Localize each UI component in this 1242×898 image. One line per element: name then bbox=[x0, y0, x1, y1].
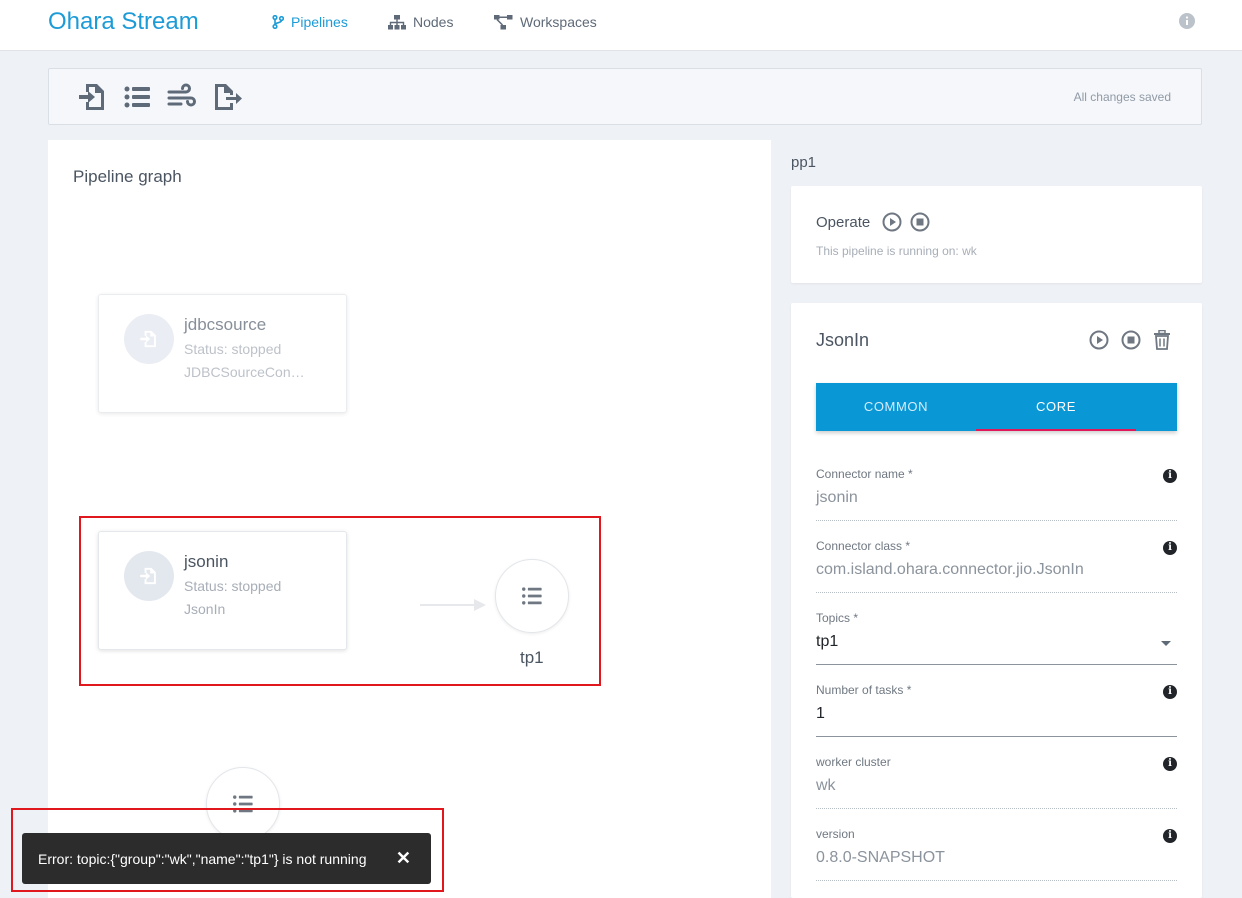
wind-icon[interactable] bbox=[166, 81, 198, 113]
field-value: 1 bbox=[816, 705, 825, 722]
snackbar-message: Error: topic:{"group":"wk","name":"tp1"}… bbox=[38, 851, 367, 867]
project-diagram-icon bbox=[494, 14, 513, 29]
info-circle-icon[interactable] bbox=[1179, 13, 1195, 29]
nav-pipelines-label: Pipelines bbox=[291, 14, 348, 30]
field-label: Topics * bbox=[816, 611, 859, 625]
file-export-icon[interactable] bbox=[212, 81, 244, 113]
field-value: jsonin bbox=[816, 489, 858, 506]
field-value: tp1 bbox=[816, 633, 839, 650]
field-underline bbox=[816, 880, 1177, 881]
play-circle-icon[interactable] bbox=[1089, 330, 1109, 350]
info-icon[interactable]: i bbox=[1163, 757, 1177, 771]
connector-node-jdbcsource[interactable]: jdbcsource Status: stopped JDBCSourceCon… bbox=[98, 294, 347, 413]
close-icon[interactable]: ✕ bbox=[396, 848, 411, 869]
operate-title: Operate bbox=[816, 214, 871, 231]
field-value: com.island.ohara.connector.jio.JsonIn bbox=[816, 561, 1084, 578]
info-icon[interactable]: i bbox=[1163, 829, 1177, 843]
operate-card: Operate This pipeline is running on: wk bbox=[791, 186, 1202, 283]
sitemap-icon bbox=[388, 14, 406, 29]
info-icon[interactable]: i bbox=[1163, 469, 1177, 483]
error-snackbar: Error: topic:{"group":"wk","name":"tp1"}… bbox=[22, 833, 431, 884]
pipeline-name: pp1 bbox=[791, 154, 817, 171]
top-bar: Ohara Stream Pipelines Nodes Workspaces bbox=[0, 0, 1242, 51]
number-of-tasks-field[interactable]: Number of tasks * i 1 bbox=[816, 683, 1177, 741]
connector-name-field[interactable]: Connector name * i jsonin bbox=[816, 467, 1177, 525]
running-text: This pipeline is running on: wk bbox=[816, 244, 977, 258]
trash-icon[interactable] bbox=[1153, 330, 1171, 350]
brand-logo[interactable]: Ohara Stream bbox=[48, 8, 199, 36]
version-field[interactable]: version i 0.8.0-SNAPSHOT bbox=[816, 827, 1177, 885]
node-name: jdbcsource bbox=[184, 315, 267, 334]
field-value: 0.8.0-SNAPSHOT bbox=[816, 849, 945, 866]
info-icon[interactable]: i bbox=[1163, 541, 1177, 555]
graph-title: Pipeline graph bbox=[73, 167, 182, 186]
tab-common[interactable]: COMMON bbox=[816, 383, 976, 431]
nav-nodes[interactable]: Nodes bbox=[388, 14, 453, 30]
tab-core[interactable]: CORE bbox=[976, 383, 1136, 431]
connector-title: JsonIn bbox=[816, 330, 870, 350]
save-status: All changes saved bbox=[1073, 90, 1171, 104]
node-status: Status: stopped bbox=[184, 341, 282, 357]
node-class: JDBCSourceCon… bbox=[184, 364, 305, 380]
field-underline bbox=[816, 664, 1177, 665]
info-icon[interactable]: i bbox=[1163, 685, 1177, 699]
nav-pipelines[interactable]: Pipelines bbox=[272, 14, 348, 30]
field-label: Connector name * bbox=[816, 467, 913, 481]
topics-select[interactable]: Topics * tp1 bbox=[816, 611, 1177, 669]
field-underline bbox=[816, 736, 1177, 737]
connector-card: JsonIn COMMON CORE Connector name * i js… bbox=[791, 303, 1202, 898]
chevron-down-icon[interactable] bbox=[1161, 641, 1171, 646]
nav-nodes-label: Nodes bbox=[413, 14, 454, 30]
stop-circle-icon[interactable] bbox=[910, 212, 930, 232]
field-label: worker cluster bbox=[816, 755, 891, 769]
list-icon[interactable] bbox=[121, 81, 153, 113]
connector-tabs: COMMON CORE bbox=[816, 383, 1177, 431]
field-label: version bbox=[816, 827, 855, 841]
field-underline bbox=[816, 808, 1177, 809]
field-value: wk bbox=[816, 777, 836, 794]
field-label: Number of tasks * bbox=[816, 683, 912, 697]
file-import-icon bbox=[124, 314, 174, 364]
play-circle-icon[interactable] bbox=[882, 212, 902, 232]
field-underline bbox=[816, 592, 1177, 593]
pipeline-toolbar: All changes saved bbox=[48, 68, 1202, 125]
field-label: Connector class * bbox=[816, 539, 911, 553]
highlight-box bbox=[79, 516, 601, 686]
tab-indicator bbox=[976, 429, 1136, 431]
nav-workspaces[interactable]: Workspaces bbox=[494, 14, 597, 30]
stop-circle-icon[interactable] bbox=[1121, 330, 1141, 350]
worker-cluster-field[interactable]: worker cluster i wk bbox=[816, 755, 1177, 813]
nav-workspaces-label: Workspaces bbox=[520, 14, 597, 30]
connector-class-field[interactable]: Connector class * i com.island.ohara.con… bbox=[816, 539, 1177, 597]
field-underline bbox=[816, 520, 1177, 521]
git-branch-icon bbox=[272, 15, 284, 29]
file-import-icon[interactable] bbox=[77, 81, 109, 113]
